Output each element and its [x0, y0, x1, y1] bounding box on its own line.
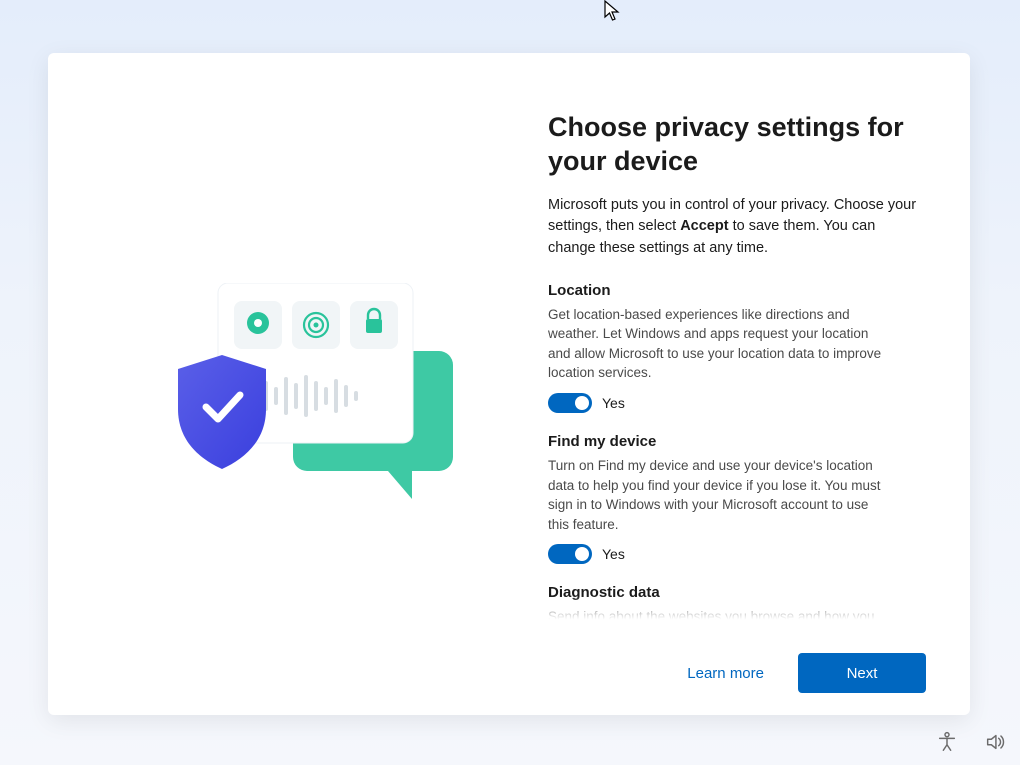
accessibility-icon[interactable]: [936, 731, 958, 753]
footer: Learn more Next: [687, 653, 926, 693]
location-toggle[interactable]: [548, 393, 592, 413]
toggle-label: Yes: [602, 395, 625, 411]
toggle-row: Yes: [548, 393, 922, 413]
learn-more-link[interactable]: Learn more: [687, 665, 764, 682]
toggle-row: Yes: [548, 544, 922, 564]
next-button[interactable]: Next: [798, 653, 926, 693]
setting-find-my-device: Find my device Turn on Find my device an…: [548, 433, 922, 564]
volume-icon[interactable]: [984, 731, 1006, 753]
setting-desc: Get location-based experiences like dire…: [548, 305, 888, 383]
illustration-pane: [48, 53, 548, 715]
content-pane: Choose privacy settings for your device …: [548, 53, 970, 715]
privacy-card: Choose privacy settings for your device …: [48, 53, 970, 715]
setting-title: Find my device: [548, 433, 922, 450]
toggle-label: Yes: [602, 546, 625, 562]
find-my-device-toggle[interactable]: [548, 544, 592, 564]
setting-location: Location Get location-based experiences …: [548, 282, 922, 413]
lead-bold: Accept: [680, 218, 728, 234]
settings-list[interactable]: Location Get location-based experiences …: [548, 282, 922, 622]
lead-text: Microsoft puts you in control of your pr…: [548, 195, 922, 260]
privacy-illustration: [178, 283, 458, 503]
mouse-cursor-icon: [604, 0, 622, 22]
setting-desc: Turn on Find my device and use your devi…: [548, 456, 888, 534]
page-title: Choose privacy settings for your device: [548, 111, 922, 179]
setting-desc: Send info about the websites you browse …: [548, 607, 888, 622]
setting-diagnostic-data: Diagnostic data Send info about the webs…: [548, 584, 922, 622]
setting-title: Diagnostic data: [548, 584, 922, 601]
setting-title: Location: [548, 282, 922, 299]
